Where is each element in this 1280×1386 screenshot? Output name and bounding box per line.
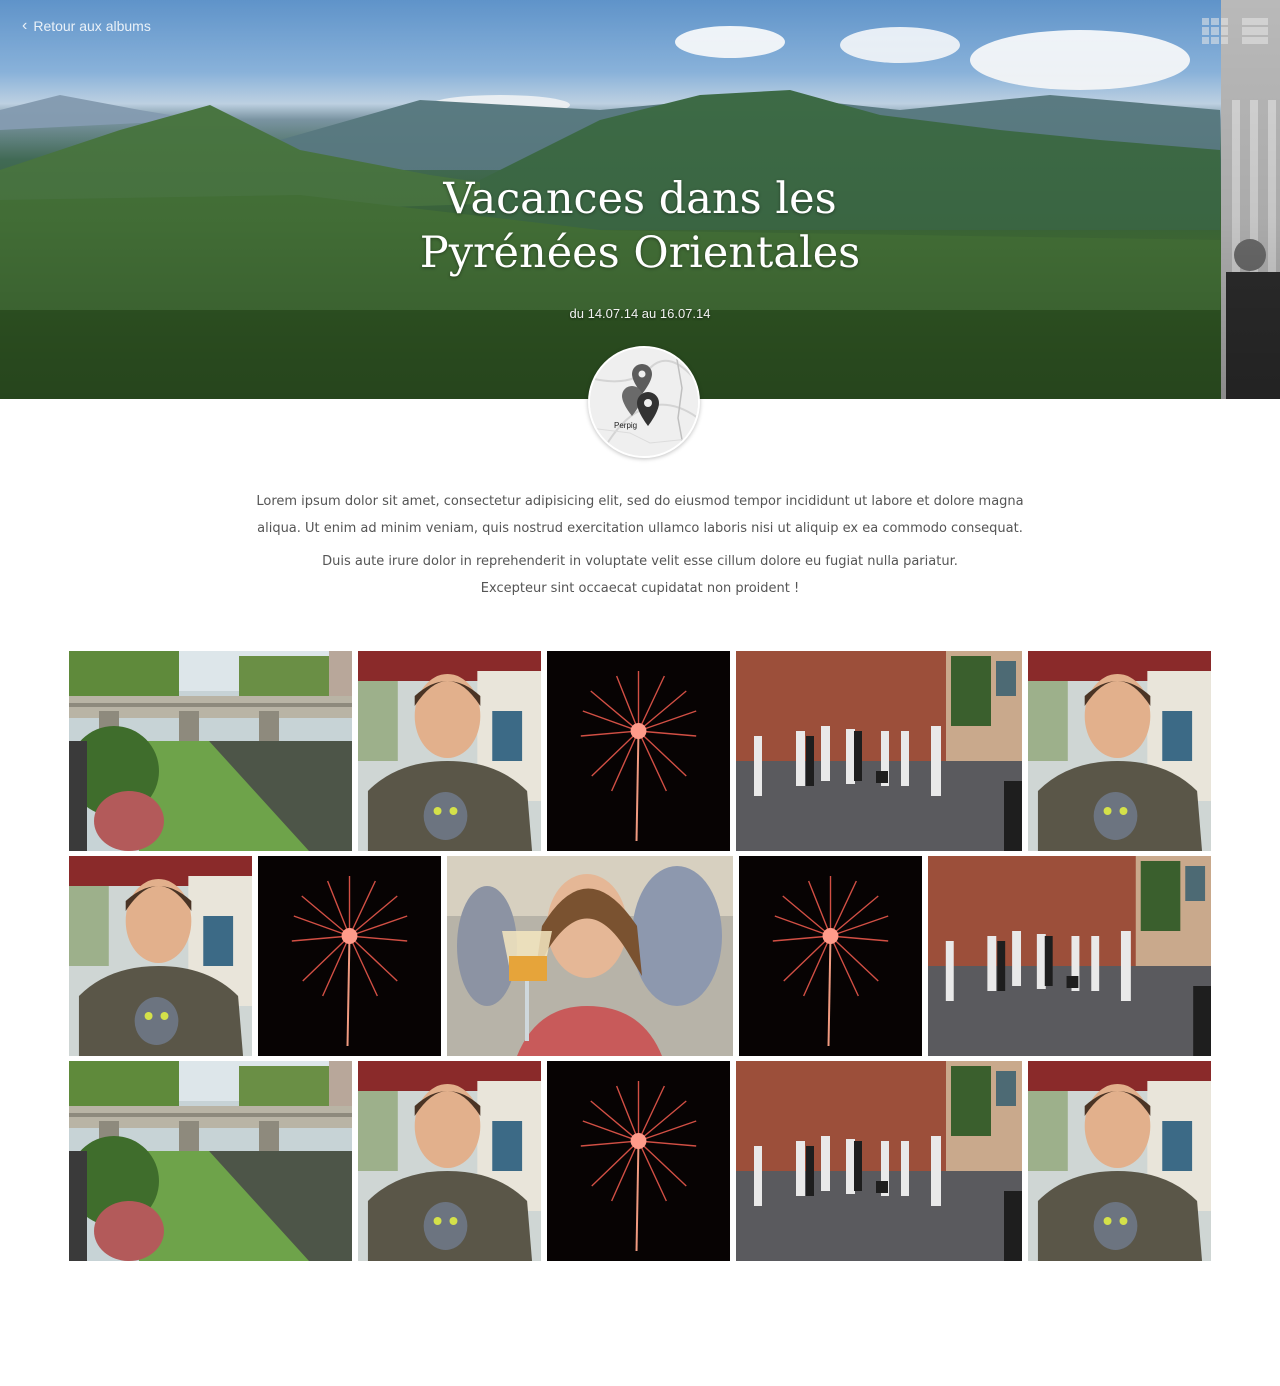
gallery-row [69,651,1211,851]
photo-thumbnail-canal-bridge[interactable] [69,651,352,851]
album-title-line2: Pyrénées Orientales [419,228,861,278]
photo-thumbnail-woman-beer[interactable] [447,856,733,1056]
photo-thumbnail-man-portrait[interactable] [69,856,252,1056]
map-place-label: Perpig [614,421,638,430]
hero-banner: ‹ Retour aux albums Vacances dans les Py… [0,0,1280,399]
description-paragraph-2-line-1: Duis aute irure dolor in reprehenderit i… [322,554,958,569]
album-map-thumbnail[interactable]: Perpig [588,346,700,458]
photo-thumbnail-street-dancers[interactable] [736,651,1022,851]
list-view-icon[interactable] [1242,18,1268,44]
album-title-line1: Vacances dans les [443,174,837,224]
photo-thumbnail-fireworks[interactable] [547,651,730,851]
photo-thumbnail-fireworks[interactable] [258,856,441,1056]
photo-thumbnail-man-portrait[interactable] [358,1061,541,1261]
photo-thumbnail-street-dancers[interactable] [736,1061,1022,1261]
back-to-albums-link[interactable]: ‹ Retour aux albums [22,17,151,35]
view-switcher [1202,18,1268,44]
grid-view-icon[interactable] [1202,18,1228,44]
photo-thumbnail-man-portrait[interactable] [1028,1061,1211,1261]
photo-thumbnail-fireworks[interactable] [547,1061,730,1261]
description-paragraph-2-line-2: Excepteur sint occaecat cupidatat non pr… [480,581,800,596]
album-dates: du 14.07.14 au 16.07.14 [569,306,711,321]
photo-thumbnail-fireworks[interactable] [739,856,922,1056]
photo-gallery [69,651,1211,1266]
gallery-row [69,856,1211,1056]
photo-thumbnail-man-portrait[interactable] [358,651,541,851]
album-title: Vacances dans les Pyrénées Orientales [0,172,1280,280]
photo-thumbnail-canal-bridge[interactable] [69,1061,352,1261]
photo-thumbnail-street-dancers[interactable] [928,856,1211,1056]
chevron-left-icon: ‹ [22,17,28,34]
map-pin-icon [622,364,659,426]
gallery-row [69,1061,1211,1261]
photo-thumbnail-man-portrait[interactable] [1028,651,1211,851]
back-to-albums-label: Retour aux albums [33,18,151,34]
description-paragraph-1: Lorem ipsum dolor sit amet, consectetur … [256,494,1024,536]
album-description: Lorem ipsum dolor sit amet, consectetur … [240,488,1040,602]
